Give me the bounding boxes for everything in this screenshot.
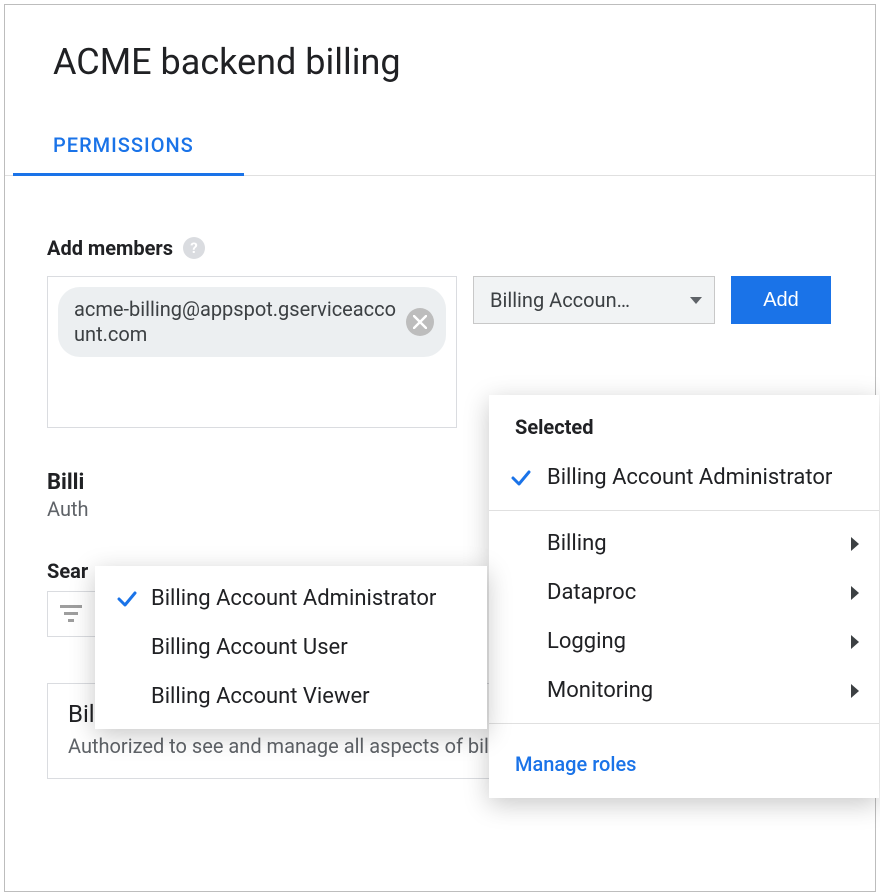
submenu-item-label: Billing Account Viewer (151, 684, 370, 709)
submenu-item-user[interactable]: Billing Account User (95, 623, 487, 672)
check-icon (115, 587, 139, 611)
chevron-right-icon (851, 537, 859, 551)
add-members-label: Add members (47, 236, 173, 260)
role-dropdown-label: Billing Accoun… (490, 288, 630, 312)
check-icon (509, 466, 533, 490)
dropdown-category-label: Billing (547, 531, 607, 556)
divider (489, 510, 879, 511)
tab-permissions[interactable]: PERMISSIONS (13, 133, 194, 175)
manage-roles-link[interactable]: Manage roles (489, 732, 879, 782)
submenu-item-admin[interactable]: Billing Account Administrator (95, 574, 487, 623)
dropdown-category-monitoring[interactable]: Monitoring (489, 666, 879, 715)
member-chip: acme-billing@appspot.gserviceaccount.com (58, 287, 446, 357)
page-title: ACME backend billing (5, 5, 875, 83)
help-icon[interactable]: ? (183, 237, 205, 259)
role-dropdown[interactable]: Billing Accoun… (473, 276, 715, 324)
dropdown-category-label: Logging (547, 629, 626, 654)
submenu-item-label: Billing Account Administrator (151, 586, 436, 611)
filter-icon (60, 603, 82, 625)
submenu-item-viewer[interactable]: Billing Account Viewer (95, 672, 487, 721)
dropdown-category-billing[interactable]: Billing (489, 519, 879, 568)
dropdown-category-label: Dataproc (547, 580, 636, 605)
tabs: PERMISSIONS (5, 133, 875, 176)
caret-down-icon (690, 297, 702, 304)
dropdown-category-logging[interactable]: Logging (489, 617, 879, 666)
member-chip-text: acme-billing@appspot.gserviceaccount.com (74, 297, 398, 347)
remove-chip-icon[interactable] (406, 308, 434, 336)
dropdown-category-label: Monitoring (547, 678, 653, 703)
billing-submenu: Billing Account Administrator Billing Ac… (95, 566, 487, 729)
role-dropdown-panel: Selected Billing Account Administrator B… (489, 395, 879, 798)
dropdown-selected-label: Selected (489, 395, 879, 453)
chevron-right-icon (851, 635, 859, 649)
dropdown-selected-item[interactable]: Billing Account Administrator (489, 453, 879, 502)
add-button[interactable]: Add (731, 276, 831, 324)
dropdown-selected-item-label: Billing Account Administrator (547, 465, 832, 490)
tab-label: PERMISSIONS (53, 133, 194, 157)
chevron-right-icon (851, 586, 859, 600)
chevron-right-icon (851, 684, 859, 698)
submenu-item-label: Billing Account User (151, 635, 348, 660)
dropdown-category-dataproc[interactable]: Dataproc (489, 568, 879, 617)
members-input[interactable]: acme-billing@appspot.gserviceaccount.com (47, 276, 457, 428)
divider (489, 723, 879, 724)
